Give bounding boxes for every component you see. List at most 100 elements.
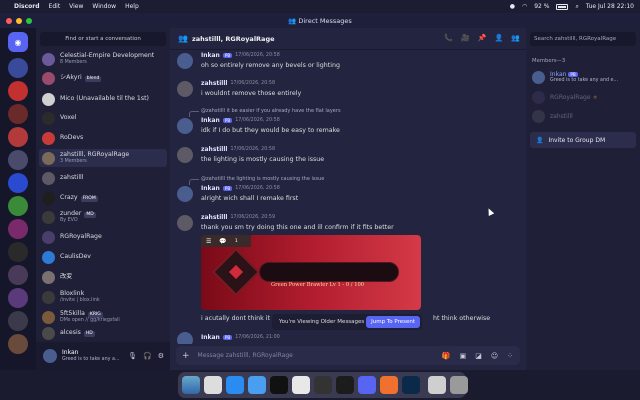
wifi-icon[interactable]: ◠ bbox=[522, 3, 527, 10]
server-icon[interactable] bbox=[8, 150, 28, 170]
dm-item[interactable]: zahstilll bbox=[39, 169, 167, 187]
record-icon[interactable]: ● bbox=[510, 3, 515, 10]
message[interactable]: zahstilll 17/06/2026, 20:59 thank you sm… bbox=[177, 214, 517, 236]
video-icon[interactable]: 🎥 bbox=[461, 34, 470, 42]
dm-item[interactable]: 改変 bbox=[39, 268, 167, 286]
avatar[interactable] bbox=[177, 186, 193, 202]
terminal-app[interactable] bbox=[336, 376, 354, 394]
search-input[interactable]: Search zahstilll, RGRoyalRage bbox=[530, 32, 636, 46]
avatar[interactable] bbox=[177, 118, 193, 134]
server-icon[interactable] bbox=[8, 127, 28, 147]
discord-home-button[interactable]: ◉ bbox=[8, 32, 28, 52]
discord-app[interactable] bbox=[358, 376, 376, 394]
server-icon[interactable] bbox=[8, 58, 28, 78]
dm-item[interactable]: Crazy FROM bbox=[39, 189, 167, 207]
dm-item-active[interactable]: zahstilll, RGRoyalRage 3 Members bbox=[39, 149, 167, 167]
message[interactable]: zahstilll 17/06/2026, 20:58 i wouldnt re… bbox=[177, 80, 517, 102]
mail-app[interactable] bbox=[248, 376, 266, 394]
dm-item[interactable]: Mico (Unavailable til the 1st) bbox=[39, 90, 167, 108]
safari-app[interactable] bbox=[226, 376, 244, 394]
member-item[interactable]: RGRoyalRage ★ bbox=[530, 88, 636, 106]
server-icon[interactable] bbox=[8, 104, 28, 124]
menu-help[interactable]: Help bbox=[125, 3, 139, 10]
find-conversation-button[interactable]: Find or start a conversation bbox=[40, 32, 166, 46]
server-icon[interactable] bbox=[8, 334, 28, 354]
avatar[interactable] bbox=[177, 147, 193, 163]
menu-app-name[interactable]: Discord bbox=[14, 3, 40, 10]
dm-item[interactable]: CaulisDev bbox=[39, 248, 167, 266]
menu-icon[interactable]: ☰ bbox=[206, 238, 211, 245]
dm-item[interactable]: シAkyri blend bbox=[39, 69, 167, 87]
chatgpt-app[interactable] bbox=[270, 376, 288, 394]
dm-item[interactable]: Voxel bbox=[39, 109, 167, 127]
member-item[interactable]: zahstilll bbox=[530, 107, 636, 125]
battery-icon[interactable] bbox=[556, 3, 569, 10]
message[interactable]: zahstilll 17/06/2026, 20:58 the lighting… bbox=[177, 146, 517, 168]
menu-view[interactable]: View bbox=[69, 3, 83, 10]
message-input[interactable]: Message zahstilll, RGRoyalRage bbox=[198, 352, 293, 359]
dm-item[interactable]: zunder MD By EVO bbox=[39, 208, 167, 226]
microphone-icon[interactable]: 🎙 bbox=[128, 352, 137, 360]
avatar[interactable] bbox=[177, 332, 193, 344]
photos-app[interactable] bbox=[292, 376, 310, 394]
invite-to-group-dm-button[interactable]: 👤 Invite to Group DM bbox=[530, 132, 636, 148]
message[interactable]: @zahstilll it be easier if you already h… bbox=[177, 108, 517, 138]
server-icon[interactable] bbox=[8, 242, 28, 262]
server-icon[interactable] bbox=[8, 173, 28, 193]
settings-gear-icon[interactable]: ⚙ bbox=[158, 352, 164, 360]
search-icon[interactable]: ⌕ bbox=[575, 3, 578, 11]
member-list-icon[interactable]: 👥 bbox=[511, 34, 520, 42]
gif-icon[interactable]: ▣ bbox=[460, 352, 467, 360]
dm-item[interactable]: 5ft5killa KRIG DMs open // gg/kriegsfall bbox=[39, 308, 167, 326]
call-icon[interactable]: 📞 bbox=[444, 34, 453, 42]
menu-edit[interactable]: Edit bbox=[49, 3, 61, 10]
message[interactable]: Inkan PB 17/06/2026, 21:00 bbox=[177, 332, 517, 344]
emoji-icon[interactable]: ☺ bbox=[491, 352, 498, 360]
server-icon[interactable] bbox=[8, 288, 28, 308]
roblox-app[interactable] bbox=[314, 376, 332, 394]
pin-icon[interactable]: 📌 bbox=[478, 34, 487, 42]
user-avatar[interactable] bbox=[43, 349, 57, 363]
add-friends-icon[interactable]: 👤 bbox=[495, 34, 504, 42]
message[interactable]: @zahstilll the lighting is mostly causin… bbox=[177, 176, 517, 206]
server-icon[interactable] bbox=[8, 196, 28, 216]
avatar[interactable] bbox=[177, 53, 193, 69]
apps-icon[interactable]: ⁘ bbox=[507, 352, 513, 360]
headphones-icon[interactable]: 🎧 bbox=[143, 352, 152, 360]
trash-app[interactable] bbox=[450, 376, 468, 394]
chat-bubble-icon[interactable]: 💬 bbox=[219, 238, 226, 245]
avatar[interactable] bbox=[177, 81, 193, 97]
add-attachment-icon[interactable]: + bbox=[182, 351, 190, 361]
dm-item[interactable]: Celestial-Empire Development 8 Members bbox=[39, 50, 167, 68]
reply-reference[interactable]: @zahstilll it be easier if you already h… bbox=[189, 108, 341, 117]
gift-icon[interactable]: 🎁 bbox=[442, 352, 451, 360]
server-icon[interactable] bbox=[8, 265, 28, 285]
dm-item[interactable]: alcesis HD bbox=[39, 326, 167, 340]
sticker-icon[interactable]: ◪ bbox=[475, 352, 482, 360]
reply-reference[interactable]: @zahstilll the lighting is mostly causin… bbox=[188, 176, 324, 185]
avatar bbox=[42, 92, 55, 106]
launchpad-app[interactable] bbox=[204, 376, 222, 394]
window-title: 👥 Direct Messages bbox=[288, 16, 352, 25]
menu-window[interactable]: Window bbox=[92, 3, 116, 10]
dm-item[interactable]: RoDevs bbox=[39, 129, 167, 147]
documents-folder[interactable] bbox=[428, 376, 446, 394]
avatar bbox=[532, 90, 545, 104]
dm-item[interactable]: RGRoyalRage bbox=[39, 228, 167, 246]
image-attachment[interactable]: ☰ 💬 1 Green Power Brawler Lv 1 - 0 / 100 bbox=[201, 235, 421, 310]
avatar[interactable] bbox=[177, 215, 193, 231]
jump-to-present-button[interactable]: Jump To Present bbox=[366, 316, 420, 328]
avatar bbox=[532, 70, 545, 84]
message-composer[interactable]: + Message zahstilll, RGRoyalRage 🎁 ▣ ◪ ☺… bbox=[176, 346, 520, 365]
studio-app[interactable] bbox=[380, 376, 398, 394]
message[interactable]: Inkan PB 17/06/2026, 20:58 oh so entirel… bbox=[177, 52, 517, 74]
clock[interactable]: Tue Jul 28 22:10 bbox=[586, 3, 634, 10]
finder-app[interactable] bbox=[182, 376, 200, 394]
dm-item[interactable]: Bloxlink/invite | blox.link bbox=[39, 288, 167, 306]
server-icon[interactable] bbox=[8, 219, 28, 239]
avatar bbox=[42, 131, 55, 145]
server-icon[interactable] bbox=[8, 311, 28, 331]
member-item[interactable]: Inkan PB Greed is to take any and e... bbox=[530, 68, 636, 86]
server-icon[interactable] bbox=[8, 81, 28, 101]
photoshop-app[interactable] bbox=[402, 376, 420, 394]
